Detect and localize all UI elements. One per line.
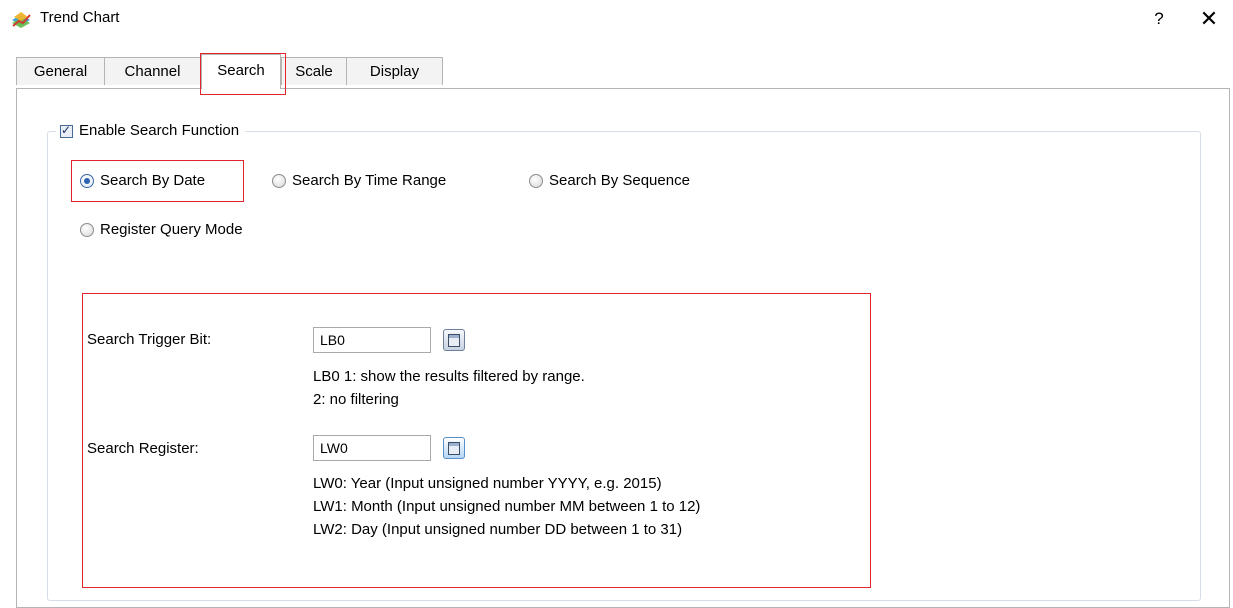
tab-scale[interactable]: Scale — [281, 57, 347, 85]
search-trigger-bit-label: Search Trigger Bit: — [87, 331, 212, 348]
register-help-line-2: LW1: Month (Input unsigned number MM bet… — [313, 498, 701, 515]
close-button[interactable]: ✕ — [1196, 6, 1222, 32]
tab-display[interactable]: Display — [346, 57, 443, 85]
radio-label: Search By Time Range — [292, 172, 447, 189]
trend-chart-app-icon — [10, 9, 32, 31]
register-help-line-1: LW0: Year (Input unsigned number YYYY, e… — [313, 475, 662, 492]
calculator-icon — [448, 441, 460, 455]
close-icon: ✕ — [1199, 6, 1219, 31]
enable-search-checkbox[interactable]: Enable Search Function — [56, 119, 246, 143]
radio-unchecked-icon[interactable] — [80, 223, 94, 237]
radio-search-by-sequence[interactable]: Search By Sequence — [529, 169, 690, 193]
search-trigger-bit-input[interactable] — [313, 327, 431, 353]
search-register-input[interactable] — [313, 435, 431, 461]
radio-label: Search By Date — [100, 172, 206, 189]
window-title: Trend Chart — [40, 9, 120, 26]
trigger-help-line-2: 2: no filtering — [313, 391, 399, 408]
radio-search-by-time-range[interactable]: Search By Time Range — [272, 169, 446, 193]
title-bar: Trend Chart ? ✕ — [0, 0, 1233, 38]
register-help-line-3: LW2: Day (Input unsigned number DD betwe… — [313, 521, 683, 538]
help-button[interactable]: ? — [1146, 6, 1172, 32]
radio-search-by-date[interactable]: Search By Date — [80, 169, 205, 193]
radio-label: Search By Sequence — [549, 172, 690, 189]
trigger-help-line-1: LB0 1: show the results filtered by rang… — [313, 368, 585, 385]
radio-register-query-mode[interactable]: Register Query Mode — [80, 218, 243, 242]
checkbox-checked-icon[interactable] — [60, 123, 73, 138]
tab-general[interactable]: General — [16, 57, 105, 85]
radio-label: Register Query Mode — [100, 221, 243, 238]
enable-search-label: Enable Search Function — [79, 122, 240, 139]
calculator-icon — [448, 333, 460, 347]
search-register-label: Search Register: — [87, 440, 199, 457]
radio-checked-icon[interactable] — [80, 174, 94, 188]
tab-channel[interactable]: Channel — [104, 57, 201, 85]
radio-unchecked-icon[interactable] — [529, 174, 543, 188]
tab-search[interactable]: Search — [201, 54, 281, 89]
trigger-address-picker-button[interactable] — [443, 329, 465, 351]
register-address-picker-button[interactable] — [443, 437, 465, 459]
radio-unchecked-icon[interactable] — [272, 174, 286, 188]
